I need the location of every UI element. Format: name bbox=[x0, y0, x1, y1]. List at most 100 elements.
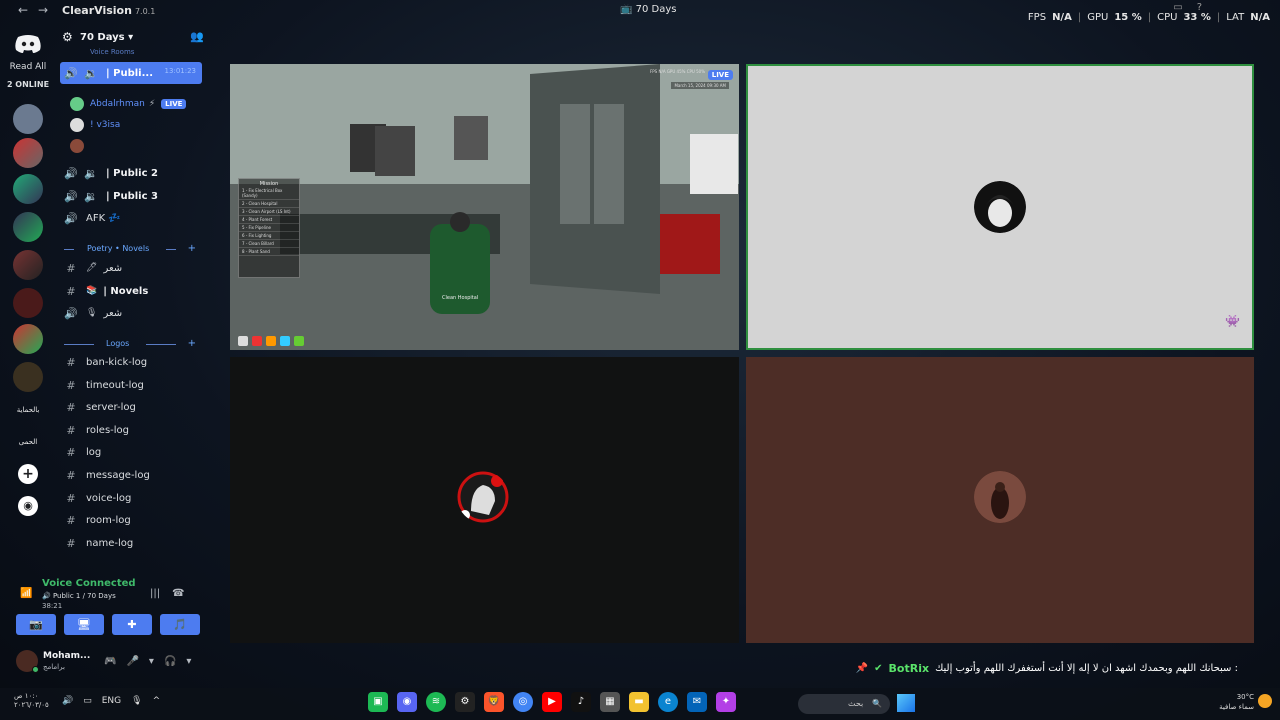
add-channel-icon[interactable]: + bbox=[188, 338, 196, 349]
server-icon[interactable] bbox=[13, 138, 43, 168]
screen-share-button[interactable]: 🖥 bbox=[64, 614, 104, 635]
channel-timer: 13:01:23 bbox=[164, 67, 196, 75]
channel-emoji: 📚 bbox=[86, 286, 98, 296]
brave-icon[interactable]: 🦁 bbox=[484, 692, 504, 712]
search-box[interactable]: بحث 🔍 bbox=[798, 694, 890, 714]
stream-tile[interactable]: LIVE FPS N/A GPU 45% CPU 50% March 15, 2… bbox=[230, 64, 739, 350]
participant-tile[interactable] bbox=[230, 357, 739, 643]
copilot-icon[interactable]: ✦ bbox=[716, 692, 736, 712]
mic-icon[interactable]: 🎙 bbox=[131, 696, 142, 706]
store-icon[interactable]: ▦ bbox=[600, 692, 620, 712]
windows-start-icon[interactable] bbox=[897, 694, 915, 712]
server-icon[interactable] bbox=[13, 288, 43, 318]
menu-title: Mission bbox=[259, 181, 279, 187]
divider bbox=[64, 249, 74, 250]
streaming-icon: ⚡ bbox=[148, 99, 156, 109]
language-indicator[interactable]: ENG bbox=[102, 696, 121, 706]
steam-icon[interactable]: ⚙ bbox=[455, 692, 475, 712]
text-channel-poetry[interactable]: # 🖊 شعر bbox=[60, 257, 202, 279]
camera-button[interactable]: 📷 bbox=[16, 614, 56, 635]
chrome-icon[interactable]: ◎ bbox=[513, 692, 533, 712]
server-label[interactable]: الحمى bbox=[8, 438, 48, 446]
server-icon[interactable] bbox=[13, 104, 43, 134]
noise-suppression-icon[interactable]: ||| bbox=[150, 588, 160, 599]
chevron-up-icon[interactable]: ^ bbox=[153, 696, 161, 706]
signal-icon[interactable]: 📶 bbox=[20, 588, 32, 599]
voice-user-name: ! v3isa bbox=[90, 120, 121, 130]
voice-user[interactable] bbox=[70, 136, 90, 156]
hash-icon: # bbox=[66, 423, 76, 437]
participant-tile-speaking[interactable]: 👾 bbox=[746, 64, 1254, 350]
channel-list: ⚙ 70 Days ▾ 👥 Voice Rooms 🔊 🔉 | Publi...… bbox=[56, 26, 206, 578]
voice-user[interactable]: ! v3isa bbox=[70, 115, 120, 135]
invite-people-icon[interactable]: 👥 bbox=[190, 30, 204, 43]
chevron-down-icon[interactable]: ▾ bbox=[149, 656, 154, 667]
text-channel-log[interactable]: # server-log bbox=[60, 396, 202, 418]
channel-label: server-log bbox=[86, 401, 136, 413]
text-channel-log[interactable]: # message-log bbox=[60, 464, 202, 486]
username[interactable]: Moham... bbox=[43, 651, 90, 661]
hash-icon: # bbox=[66, 284, 76, 298]
headphones-icon[interactable]: 🎧 bbox=[164, 656, 176, 667]
participant-tile[interactable] bbox=[746, 357, 1254, 643]
category-voice-rooms[interactable]: Voice Rooms bbox=[90, 48, 230, 56]
add-server-icon[interactable]: + bbox=[18, 464, 38, 484]
voice-channel-poetry[interactable]: 🔊 🎙 شعر bbox=[60, 302, 202, 324]
app-icon[interactable]: ▣ bbox=[368, 692, 388, 712]
voice-channel-afk[interactable]: 🔊 AFK 💤 bbox=[60, 207, 202, 229]
server-icon[interactable] bbox=[13, 324, 43, 354]
folder-icon[interactable]: ▬ bbox=[629, 692, 649, 712]
text-channel-log[interactable]: # name-log bbox=[60, 532, 202, 554]
voice-user[interactable]: Abdalrhman ⚡ LIVE bbox=[70, 94, 187, 114]
category-logs[interactable]: Logos + bbox=[64, 338, 204, 349]
mic-icon[interactable]: 🎤 bbox=[126, 656, 138, 667]
soundboard-button[interactable]: 🎵 bbox=[160, 614, 200, 635]
youtube-icon[interactable]: ▶ bbox=[542, 692, 562, 712]
server-icon[interactable] bbox=[13, 212, 43, 242]
spotify-icon[interactable]: ≋ bbox=[426, 692, 446, 712]
network-icon[interactable]: ▭ bbox=[83, 696, 92, 706]
weather-widget[interactable]: 30°C سماء صافية bbox=[1219, 692, 1254, 712]
discord-icon[interactable]: ◉ bbox=[397, 692, 417, 712]
outlook-icon[interactable]: ✉ bbox=[687, 692, 707, 712]
text-channel-log[interactable]: # timeout-log bbox=[60, 374, 202, 396]
avatar bbox=[70, 139, 84, 153]
server-label[interactable]: بالحماية bbox=[8, 406, 48, 414]
hash-icon: # bbox=[66, 400, 76, 414]
guild-name[interactable]: 70 Days ▾ bbox=[80, 32, 133, 43]
voice-status[interactable]: Voice Connected bbox=[42, 578, 136, 589]
guild-header[interactable]: ⚙ 70 Days ▾ 👥 bbox=[62, 30, 204, 50]
text-channel-log[interactable]: # log bbox=[60, 441, 202, 463]
edge-icon[interactable]: e bbox=[658, 692, 678, 712]
chevron-down-icon[interactable]: ▾ bbox=[186, 656, 191, 667]
disconnect-icon[interactable]: ☎ bbox=[172, 588, 184, 599]
explore-icon[interactable]: ◉ bbox=[18, 496, 38, 516]
tiktok-icon[interactable]: ♪ bbox=[571, 692, 591, 712]
clock[interactable]: ١٠:٠ ص ٢٠٢٦/٠٣/٠٥ bbox=[14, 692, 49, 710]
nav-arrows[interactable]: ←→ bbox=[18, 3, 58, 17]
voice-channel-public-3[interactable]: 🔊 🔉 | Public 3 bbox=[60, 185, 202, 207]
server-icon[interactable] bbox=[13, 174, 43, 204]
activities-button[interactable]: ✚ bbox=[112, 614, 152, 635]
read-all-button[interactable]: Read All bbox=[0, 62, 56, 72]
server-icon[interactable] bbox=[13, 250, 43, 280]
discord-logo-icon[interactable] bbox=[14, 34, 42, 54]
voice-channel-public-1[interactable]: 🔊 🔉 | Publi... 13:01:23 bbox=[60, 62, 202, 84]
text-channel-log[interactable]: # roles-log bbox=[60, 419, 202, 441]
server-rail: Read All 2 ONLINE بالحماية الحمى + ◉ bbox=[0, 28, 56, 668]
server-icon[interactable] bbox=[13, 362, 43, 392]
search-icon: 🔍 bbox=[872, 699, 882, 708]
hash-icon: # bbox=[66, 513, 76, 527]
settings-gear-icon[interactable]: ⚙ bbox=[62, 30, 73, 44]
text-channel-novels[interactable]: # 📚 | Novels bbox=[60, 280, 202, 302]
category-poetry-novels[interactable]: Poetry • Novels + bbox=[64, 243, 204, 254]
text-channel-log[interactable]: # ban-kick-log bbox=[60, 351, 202, 373]
voice-channel-info[interactable]: 🔊 Public 1 / 70 Days bbox=[42, 592, 116, 600]
text-channel-log[interactable]: # voice-log bbox=[60, 487, 202, 509]
add-channel-icon[interactable]: + bbox=[188, 243, 196, 254]
text-channel-log[interactable]: # room-log bbox=[60, 509, 202, 531]
volume-icon[interactable]: 🔊 bbox=[62, 696, 73, 706]
gamepad-icon[interactable]: 🎮 bbox=[104, 656, 116, 667]
menu-item: 3 - Clean Airport (LS Int) bbox=[239, 208, 299, 216]
voice-channel-public-2[interactable]: 🔊 🔉 | Public 2 bbox=[60, 162, 202, 184]
